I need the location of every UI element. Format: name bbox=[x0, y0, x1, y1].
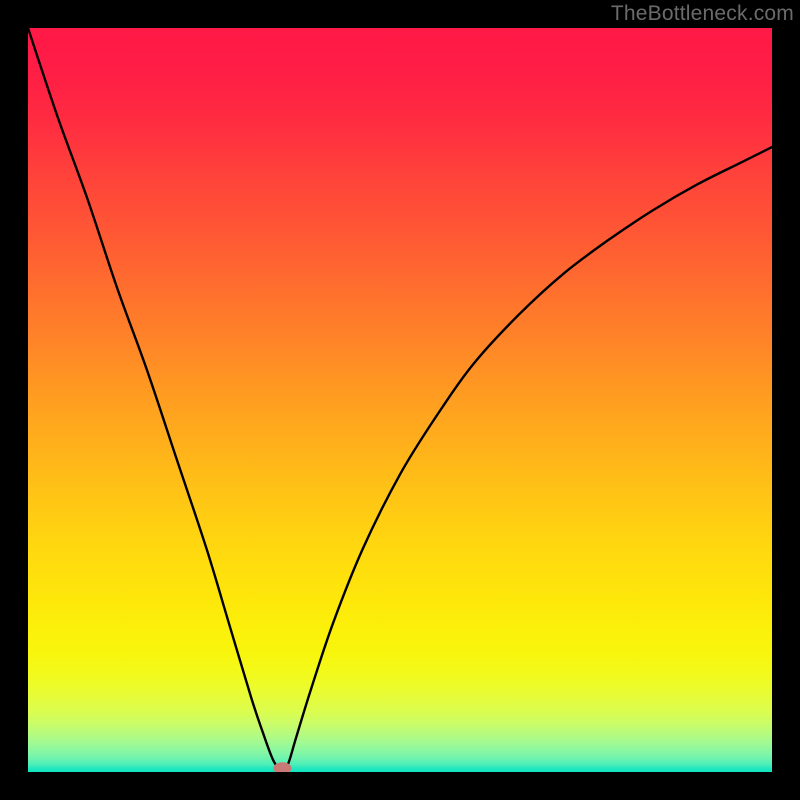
bottleneck-curve bbox=[28, 28, 772, 771]
chart-container: TheBottleneck.com bbox=[0, 0, 800, 800]
curve-svg bbox=[28, 28, 772, 772]
attribution-text: TheBottleneck.com bbox=[611, 2, 794, 26]
plot-area bbox=[28, 28, 772, 772]
